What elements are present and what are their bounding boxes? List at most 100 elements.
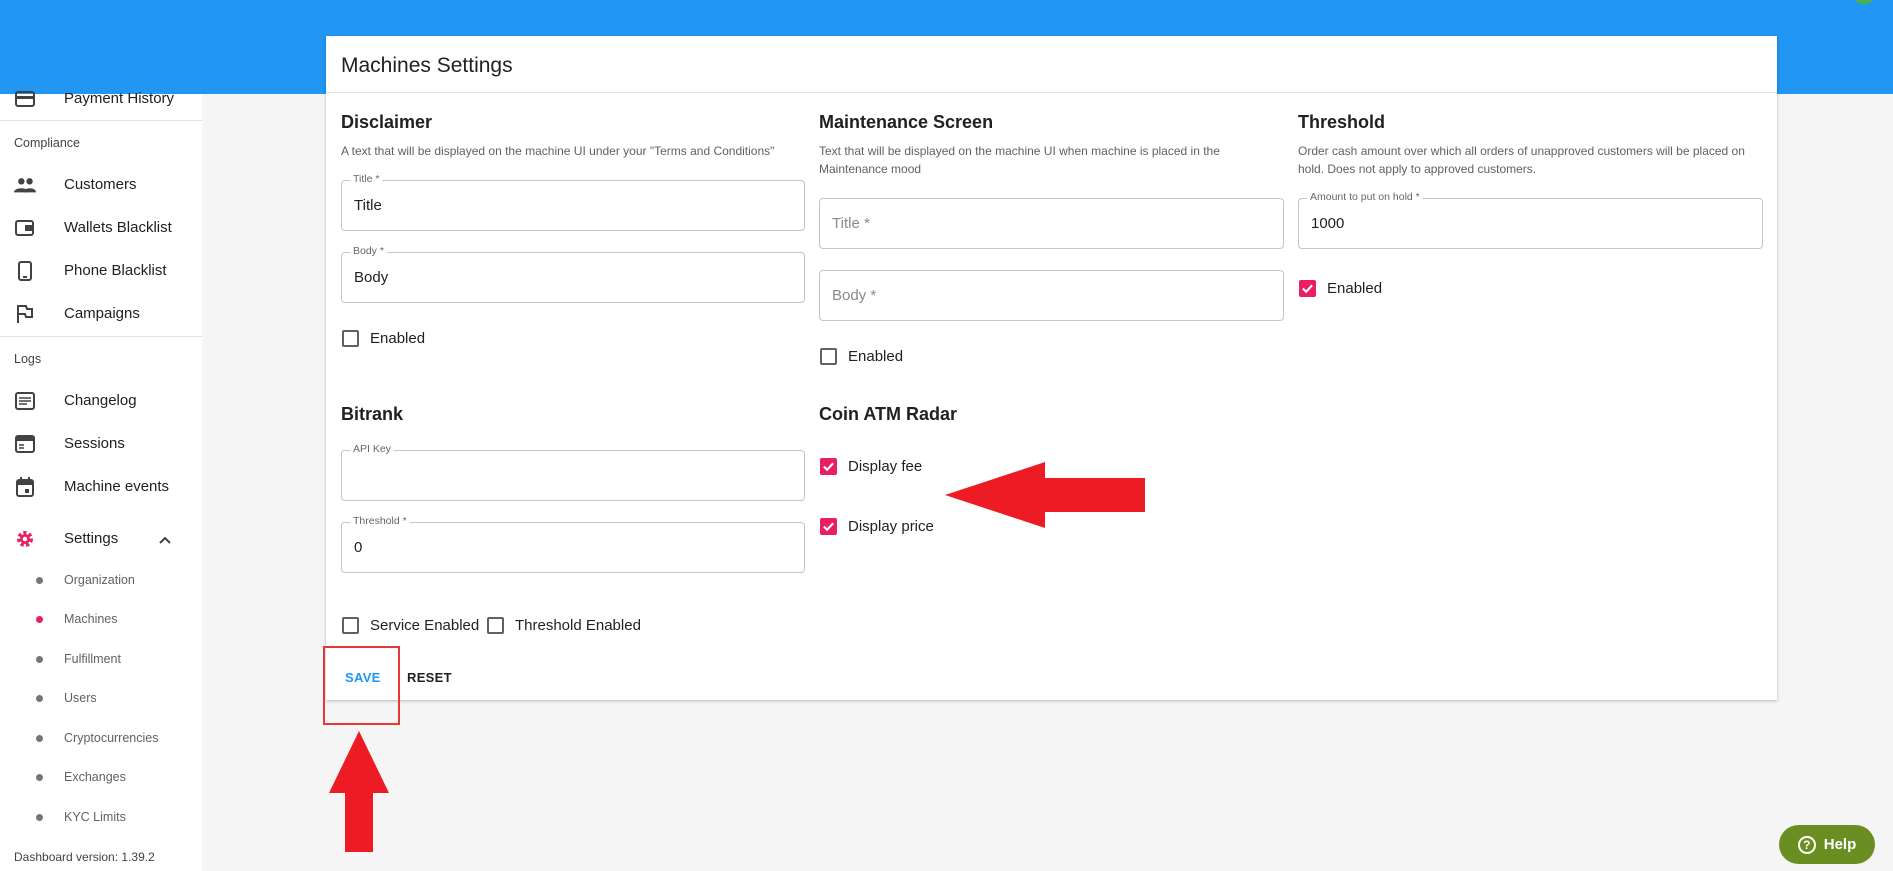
machines-settings-panel: Machines Settings Disclaimer A text that… <box>326 36 1777 700</box>
help-icon: ? <box>1797 835 1816 854</box>
section-heading: Maintenance Screen <box>819 112 994 132</box>
sidebar-item-changelog[interactable]: Changelog <box>0 380 202 422</box>
sidebar-item-label: Changelog <box>64 392 137 409</box>
display-fee-checkbox[interactable]: Display fee <box>820 455 922 477</box>
check-icon <box>823 522 834 531</box>
sidebar-item-label: Settings <box>64 530 119 547</box>
sidebar-sub-label: Organization <box>64 573 135 587</box>
phone-icon <box>14 260 36 282</box>
sidebar-item-machine-events[interactable]: Machine events <box>0 466 202 508</box>
chevron-up-icon[interactable] <box>158 532 172 549</box>
sidebar-sub-machines[interactable]: Machines <box>0 600 202 638</box>
annotation-arrow-up <box>329 731 389 852</box>
status-dot <box>1853 0 1875 4</box>
sidebar-sub-cryptocurrencies[interactable]: Cryptocurrencies <box>0 719 202 757</box>
sidebar-sub-fulfillment[interactable]: Fulfillment <box>0 640 202 678</box>
help-label: Help <box>1823 836 1857 853</box>
payment-card-icon <box>14 88 36 110</box>
service-enabled-checkbox[interactable]: Service Enabled <box>342 614 479 636</box>
section-heading: Disclaimer <box>341 112 433 132</box>
checkbox-box <box>487 616 504 634</box>
checkbox-box <box>342 329 359 347</box>
maintenance-title-field[interactable]: Title * <box>819 198 1284 249</box>
sidebar-item-sessions[interactable]: Sessions <box>0 423 202 465</box>
gear-icon <box>14 528 36 550</box>
calendar-icon <box>14 476 36 498</box>
disclaimer-title-field[interactable]: Title * Title <box>341 173 805 231</box>
sidebar-sub-label: Exchanges <box>64 770 126 784</box>
checkbox-label: Display fee <box>848 457 923 475</box>
reset-button[interactable]: RESET <box>407 670 452 685</box>
checkbox-label: Enabled <box>370 329 426 347</box>
sidebar-sub-label: Machines <box>64 612 118 626</box>
field-label: API Key <box>350 443 394 455</box>
checkbox-box <box>1299 279 1316 297</box>
sidebar-item-label: Machine events <box>64 478 170 495</box>
sidebar-item-payment-history[interactable]: Payment History <box>0 78 202 120</box>
bullet <box>36 656 43 663</box>
field-label: Amount to put on hold * <box>1307 191 1423 203</box>
disclaimer-enabled-checkbox[interactable]: Enabled <box>342 327 425 349</box>
threshold-enabled-checkbox[interactable]: Enabled <box>1299 277 1382 299</box>
sidebar-item-label: Wallets Blacklist <box>64 219 172 236</box>
bullet <box>36 577 43 584</box>
sidebar-sub-users[interactable]: Users <box>0 679 202 717</box>
sidebar-sub-label: KYC Limits <box>64 810 126 824</box>
bitrank-api-key-field[interactable]: API Key <box>341 443 805 501</box>
sidebar-item-label: Customers <box>64 176 137 193</box>
section-heading-coin-atm-radar: Coin ATM Radar <box>819 404 957 424</box>
window-icon <box>14 433 36 455</box>
divider <box>326 92 1777 93</box>
threshold-enabled-checkbox[interactable]: Threshold Enabled <box>487 614 641 636</box>
field-value: 0 <box>354 539 363 556</box>
section-description: Order cash amount over which all orders … <box>1298 144 1745 176</box>
section-heading: Threshold <box>1298 112 1386 132</box>
sidebar-sub-label: Users <box>64 691 97 705</box>
flag-icon <box>14 303 36 325</box>
section-description: A text that will be displayed on the mac… <box>341 144 775 158</box>
checkbox-box <box>820 457 837 475</box>
divider <box>0 120 202 121</box>
sidebar-item-customers[interactable]: Customers <box>0 164 202 206</box>
sidebar-item-campaigns[interactable]: Campaigns <box>0 293 202 335</box>
sidebar-item-label: Campaigns <box>64 305 140 322</box>
display-price-checkbox[interactable]: Display price <box>820 515 934 537</box>
annotation-arrow-left <box>945 462 1145 528</box>
bullet <box>36 616 43 623</box>
checkbox-label: Enabled <box>1327 279 1383 297</box>
maintenance-body-field[interactable]: Body * <box>819 270 1284 321</box>
section-heading-bitrank: Bitrank <box>341 404 404 424</box>
sidebar-sub-organization[interactable]: Organization <box>0 561 202 599</box>
sidebar: Payment History Compliance Customers Wal… <box>0 90 202 871</box>
checkbox-label: Service Enabled <box>370 616 480 634</box>
checkbox-box <box>820 517 837 535</box>
divider <box>0 336 202 337</box>
bitrank-threshold-field[interactable]: Threshold * 0 <box>341 515 805 573</box>
sidebar-item-wallets-blacklist[interactable]: Wallets Blacklist <box>0 207 202 249</box>
sidebar-item-settings[interactable]: Settings <box>0 518 202 560</box>
page-title: Machines Settings <box>341 54 513 77</box>
field-placeholder: Body * <box>832 287 877 304</box>
sidebar-item-phone-blacklist[interactable]: Phone Blacklist <box>0 250 202 292</box>
field-value: Body <box>354 269 389 286</box>
help-button[interactable]: ? Help <box>1779 825 1875 864</box>
maintenance-enabled-checkbox[interactable]: Enabled <box>820 345 903 367</box>
sidebar-item-label: Payment History <box>64 90 175 107</box>
sidebar-sub-label: Fulfillment <box>64 652 121 666</box>
field-value: 1000 <box>1311 215 1345 232</box>
checkbox-box <box>342 616 359 634</box>
bullet <box>36 695 43 702</box>
section-label-logs: Logs <box>14 352 42 366</box>
check-icon <box>1302 284 1313 293</box>
sidebar-sub-kyc-limits[interactable]: KYC Limits <box>0 798 202 836</box>
section-description: Text that will be displayed on the machi… <box>819 144 1220 176</box>
section-label-compliance: Compliance <box>14 136 81 150</box>
checkbox-label: Enabled <box>848 347 904 365</box>
checkbox-label: Threshold Enabled <box>515 616 641 634</box>
amount-on-hold-field[interactable]: Amount to put on hold * 1000 <box>1298 191 1763 249</box>
field-value: Title <box>354 197 382 214</box>
bullet <box>36 814 43 821</box>
annotation-highlight-box <box>323 646 400 725</box>
disclaimer-body-field[interactable]: Body * Body <box>341 245 805 303</box>
sidebar-sub-exchanges[interactable]: Exchanges <box>0 758 202 796</box>
